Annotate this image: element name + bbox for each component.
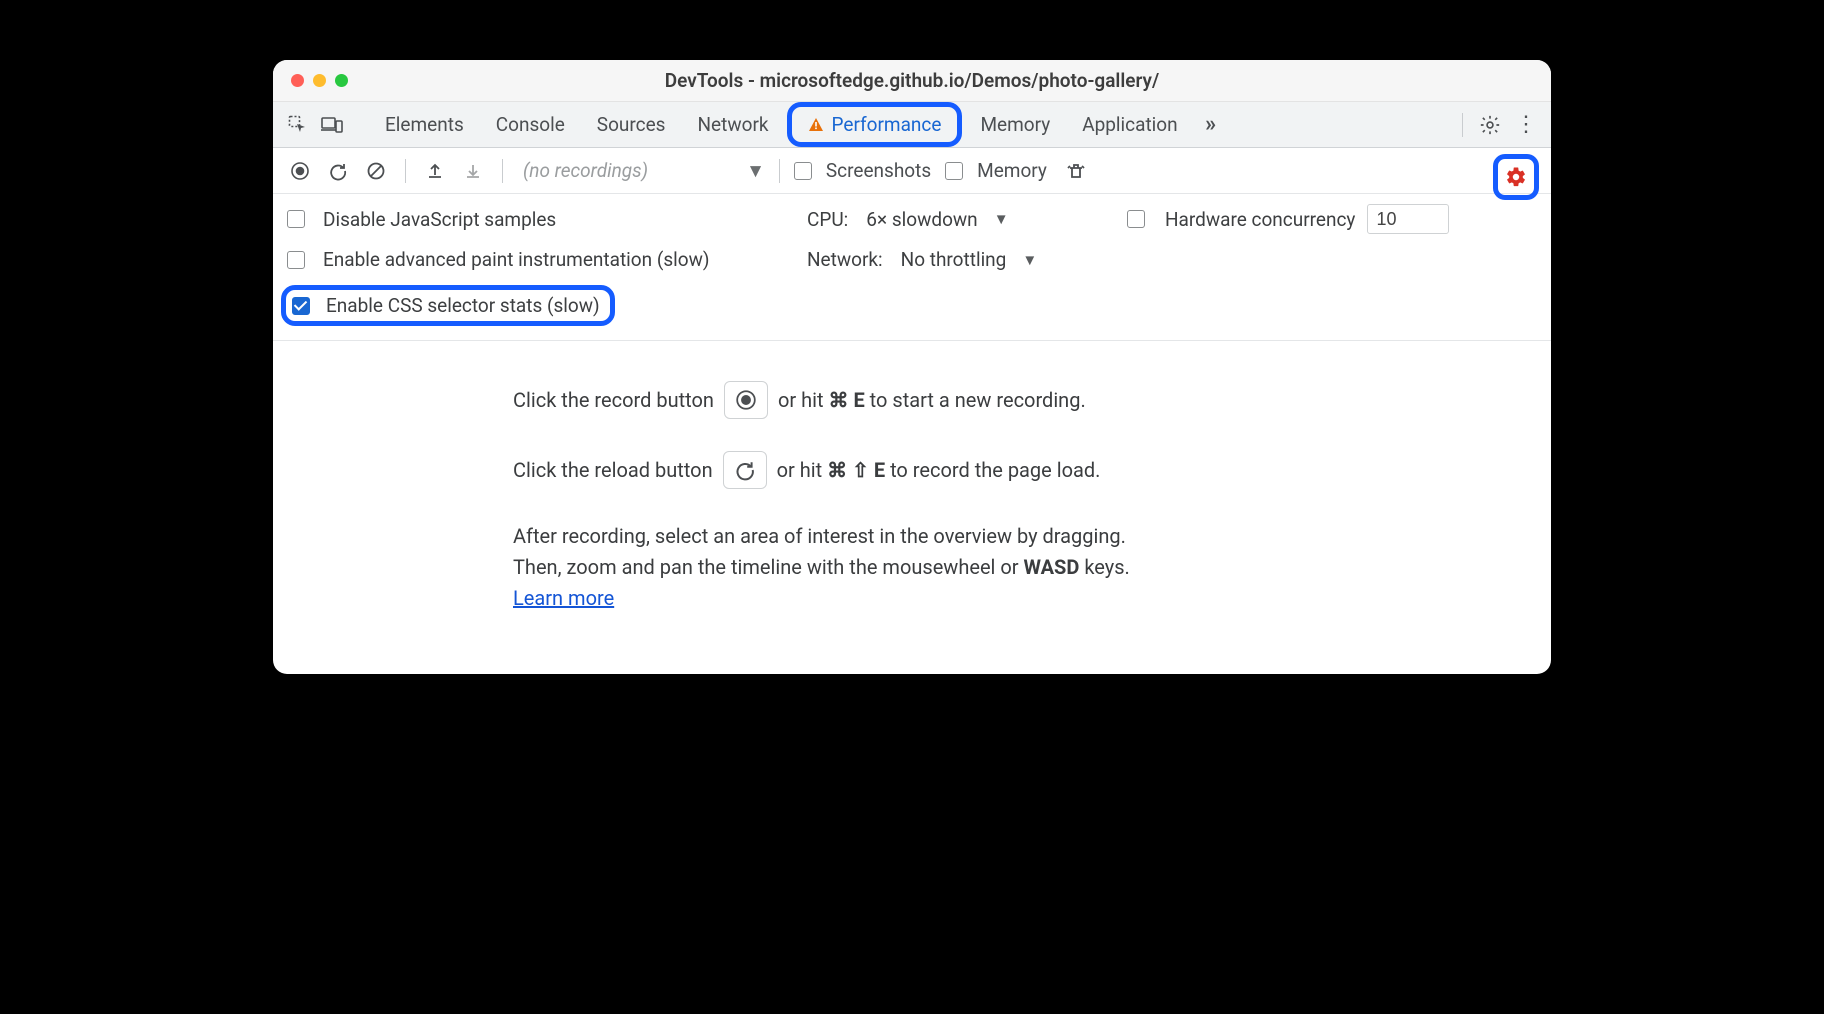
network-throttling-dropdown[interactable]: Network: No throttling ▼: [807, 248, 1537, 271]
screenshots-toggle[interactable]: Screenshots: [794, 159, 931, 182]
titlebar: DevTools - microsoftedge.github.io/Demos…: [273, 60, 1551, 102]
cpu-value: 6× slowdown: [866, 208, 977, 231]
network-value: No throttling: [901, 248, 1007, 271]
download-profile-icon[interactable]: [458, 156, 488, 186]
warning-icon: [808, 117, 824, 133]
reload-button-demo[interactable]: [723, 451, 767, 489]
record-button[interactable]: [285, 156, 315, 186]
more-tabs-icon[interactable]: »: [1196, 110, 1226, 140]
disable-js-samples-label: Disable JavaScript samples: [323, 208, 556, 231]
reload-record-button[interactable]: [323, 156, 353, 186]
checkbox-icon: [794, 162, 812, 180]
window-title: DevTools - microsoftedge.github.io/Demos…: [273, 69, 1551, 92]
dropdown-arrow-icon: ▼: [1022, 251, 1037, 269]
cpu-throttling-dropdown[interactable]: CPU: 6× slowdown ▼: [807, 208, 1127, 231]
dropdown-arrow-icon: ▼: [994, 210, 1009, 228]
collect-garbage-icon[interactable]: [1061, 156, 1091, 186]
capture-settings-gear-icon[interactable]: [1505, 166, 1527, 188]
tab-application[interactable]: Application: [1068, 107, 1191, 142]
hardware-concurrency-control: Hardware concurrency: [1127, 204, 1537, 234]
tab-performance-highlight: Performance: [787, 102, 963, 147]
record-button-demo[interactable]: [724, 381, 768, 419]
enable-css-stats-label: Enable CSS selector stats (slow): [326, 294, 600, 317]
tab-performance[interactable]: Performance: [794, 107, 956, 142]
divider: [779, 159, 780, 183]
memory-label: Memory: [977, 159, 1047, 182]
divider: [502, 159, 503, 183]
hardware-concurrency-label: Hardware concurrency: [1165, 208, 1355, 231]
text: or hit ⌘ ⇧ E to record the page load.: [777, 455, 1101, 486]
drag-instruction: After recording, select an area of inter…: [513, 521, 1273, 614]
tab-performance-label: Performance: [832, 113, 942, 136]
learn-more-link[interactable]: Learn more: [513, 586, 614, 610]
tab-sources[interactable]: Sources: [583, 107, 680, 142]
tab-console[interactable]: Console: [482, 107, 579, 142]
memory-toggle[interactable]: Memory: [945, 159, 1047, 182]
recordings-dropdown[interactable]: (no recordings): [523, 159, 648, 182]
devtools-window: DevTools - microsoftedge.github.io/Demos…: [273, 60, 1551, 674]
performance-toolbar: (no recordings) ▼ Screenshots Memory: [273, 148, 1551, 194]
enable-paint-label: Enable advanced paint instrumentation (s…: [323, 248, 710, 271]
divider: [1462, 113, 1463, 137]
tab-elements[interactable]: Elements: [371, 107, 478, 142]
record-instruction: Click the record button or hit ⌘ E to st…: [513, 381, 1551, 419]
hardware-concurrency-input[interactable]: [1367, 204, 1449, 234]
text: or hit ⌘ E to start a new recording.: [778, 385, 1086, 416]
checkbox-icon[interactable]: [1127, 210, 1145, 228]
text: Click the record button: [513, 385, 714, 416]
inspect-element-icon[interactable]: [283, 110, 313, 140]
screenshots-label: Screenshots: [826, 159, 931, 182]
upload-profile-icon[interactable]: [420, 156, 450, 186]
checkbox-checked-icon[interactable]: [292, 297, 310, 315]
disable-js-samples-toggle[interactable]: Disable JavaScript samples: [287, 208, 807, 231]
divider: [405, 159, 406, 183]
capture-settings-highlight: [1493, 154, 1539, 200]
reload-instruction: Click the reload button or hit ⌘ ⇧ E to …: [513, 451, 1551, 489]
checkbox-icon: [945, 162, 963, 180]
settings-gear-icon[interactable]: [1475, 110, 1505, 140]
tab-memory[interactable]: Memory: [966, 107, 1064, 142]
tab-network[interactable]: Network: [683, 107, 782, 142]
enable-paint-instrumentation-toggle[interactable]: Enable advanced paint instrumentation (s…: [287, 248, 807, 271]
checkbox-icon: [287, 251, 305, 269]
toggle-device-toolbar-icon[interactable]: [317, 110, 347, 140]
dropdown-arrow-icon[interactable]: ▼: [746, 159, 765, 183]
enable-css-selector-stats-highlight: Enable CSS selector stats (slow): [281, 285, 615, 326]
capture-settings-panel: Disable JavaScript samples CPU: 6× slowd…: [273, 194, 1551, 341]
checkbox-icon: [287, 210, 305, 228]
panel-tabs: Elements Console Sources Network Perform…: [273, 102, 1551, 148]
cpu-label: CPU:: [807, 208, 848, 231]
clear-button[interactable]: [361, 156, 391, 186]
instructions-panel: Click the record button or hit ⌘ E to st…: [273, 341, 1551, 674]
network-label: Network:: [807, 248, 883, 271]
text: Click the reload button: [513, 455, 713, 486]
more-options-icon[interactable]: ⋮: [1511, 110, 1541, 140]
